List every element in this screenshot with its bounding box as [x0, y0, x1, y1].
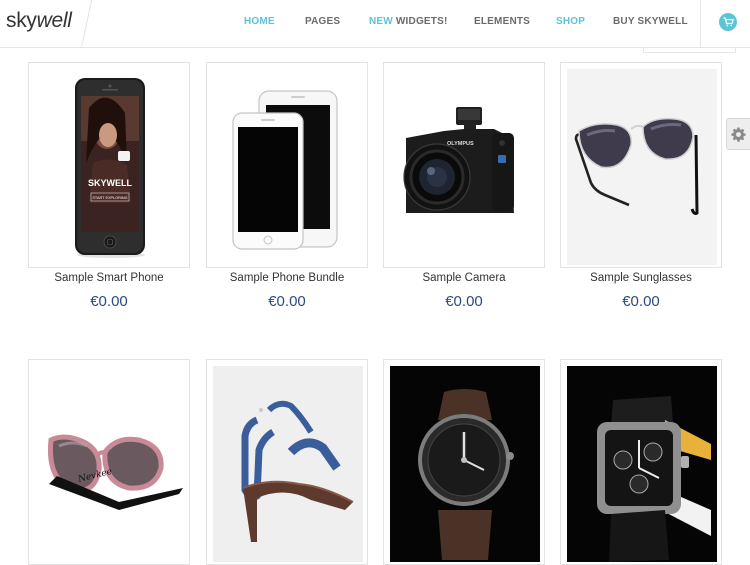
gear-icon	[731, 126, 746, 142]
main-menu: HOME PAGES NEW WIDGETS! ELEMENTS SHOP BU…	[0, 16, 750, 30]
nav-shop[interactable]: SHOP	[556, 16, 585, 27]
product-price: €0.00	[622, 293, 660, 310]
product-image-link[interactable]	[206, 62, 368, 268]
high-heel-shoe-image	[213, 366, 363, 562]
product-name[interactable]: Sample Smart Phone	[28, 272, 190, 284]
product-image-link[interactable]	[206, 359, 368, 565]
smartphone-image: SKYWELL START EXPLORING	[75, 78, 145, 258]
product-name[interactable]: Sample Sunglasses	[560, 272, 722, 284]
product-price: €0.00	[268, 293, 306, 310]
nav-new-badge: NEW	[369, 16, 393, 27]
product-name[interactable]: Sample Camera	[383, 272, 545, 284]
product-image-link[interactable]: Nevkee	[28, 359, 190, 565]
phone-screen-brand: SKYWELL	[88, 178, 133, 188]
chronograph-watch-image	[567, 366, 717, 562]
sunglasses-image	[567, 69, 717, 265]
settings-toggle[interactable]	[726, 118, 750, 150]
product-image-link[interactable]	[560, 62, 722, 268]
product-image-link[interactable]	[560, 359, 722, 565]
pink-sunglasses-image: Nevkee	[47, 434, 183, 510]
product-image-link[interactable]: OLYMPUS	[383, 62, 545, 268]
product-image-link[interactable]: SKYWELL START EXPLORING	[28, 62, 190, 268]
nav-home[interactable]: HOME	[244, 16, 275, 27]
cart-button[interactable]	[719, 13, 737, 31]
shopping-cart-icon	[723, 17, 734, 27]
top-navigation-bar: skywell HOME PAGES NEW WIDGETS! ELEMENTS…	[0, 0, 750, 48]
phone-screen-cta: START EXPLORING	[92, 196, 127, 200]
nav-elements[interactable]: ELEMENTS	[474, 16, 530, 27]
search-dropdown-tab[interactable]	[643, 48, 736, 53]
product-image-link[interactable]	[383, 359, 545, 565]
cart-divider	[700, 0, 701, 48]
product-price: €0.00	[445, 293, 483, 310]
camera-brand-label: OLYMPUS	[447, 141, 474, 147]
nav-new-widgets[interactable]: NEW WIDGETS!	[369, 16, 448, 27]
nav-pages[interactable]: PAGES	[305, 16, 340, 27]
brown-watch-image	[390, 366, 540, 562]
product-name[interactable]: Sample Phone Bundle	[206, 272, 368, 284]
nav-buy-skywell[interactable]: BUY SKYWELL	[613, 16, 688, 27]
camera-image: OLYMPUS	[403, 107, 514, 213]
product-price: €0.00	[90, 293, 128, 310]
nav-widgets-label: WIDGETS!	[392, 16, 448, 27]
phone-bundle-image	[232, 90, 338, 250]
